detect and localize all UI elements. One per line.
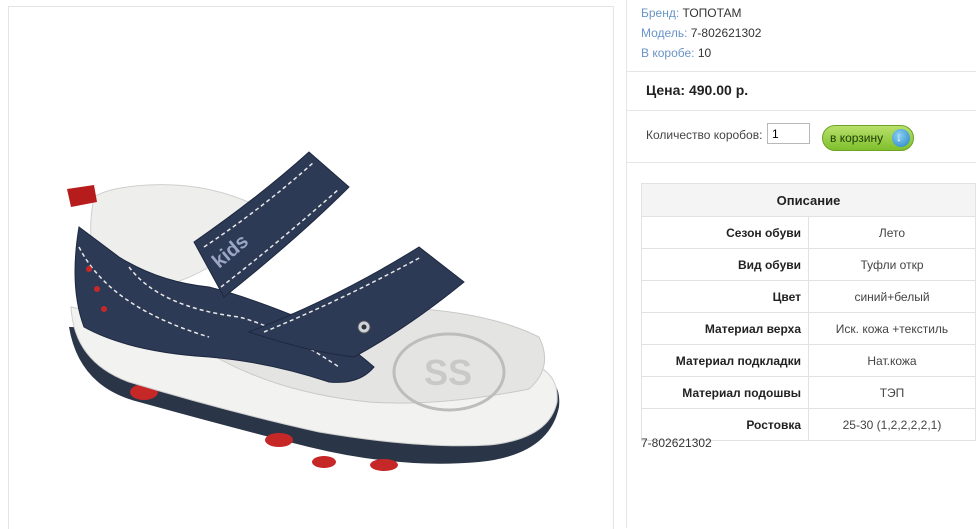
- sku-text: 7-802621302: [641, 436, 712, 450]
- row-value: 25-30 (1,2,2,2,2,1): [808, 408, 976, 441]
- row-label: Цвет: [641, 280, 809, 313]
- divider: [626, 71, 976, 72]
- quantity-label: Количество коробов:: [646, 128, 763, 142]
- brand-row: Бренд: ТОПОТАМ: [641, 3, 761, 23]
- model-label: Модель:: [641, 26, 688, 40]
- row-value: ТЭП: [808, 376, 976, 409]
- row-label: Вид обуви: [641, 248, 809, 281]
- description-title: Описание: [641, 183, 976, 217]
- row-label: Материал подкладки: [641, 344, 809, 377]
- add-to-cart-button[interactable]: в корзину: [822, 125, 914, 151]
- box-value: 10: [697, 46, 712, 60]
- quantity-input[interactable]: [767, 123, 810, 144]
- row-label: Сезон обуви: [641, 216, 809, 249]
- brand-value: ТОПОТАМ: [682, 6, 742, 20]
- table-row: Вид обуви Туфли откр: [641, 248, 976, 281]
- row-value: Туфли откр: [808, 248, 976, 281]
- divider: [626, 110, 976, 111]
- row-value: Иск. кожа +текстиль: [808, 312, 976, 345]
- brand-label: Бренд:: [641, 6, 680, 20]
- product-info-panel: Бренд: ТОПОТАМ Модель: 7-802621302 В кор…: [626, 0, 976, 528]
- table-row: Цвет синий+белый: [641, 280, 976, 313]
- table-row: Материал верха Иск. кожа +текстиль: [641, 312, 976, 345]
- table-row: Материал подкладки Нат.кожа: [641, 344, 976, 377]
- row-label: Материал верха: [641, 312, 809, 345]
- row-value: Лето: [808, 216, 976, 249]
- product-meta: Бренд: ТОПОТАМ Модель: 7-802621302 В кор…: [641, 3, 761, 63]
- price: Цена: 490.00 р.: [646, 82, 749, 98]
- row-value: синий+белый: [808, 280, 976, 313]
- box-qty-row: В коробе: 10: [641, 43, 761, 63]
- product-image[interactable]: SS kids: [8, 6, 614, 529]
- description-table: Описание Сезон обуви Лето Вид обуви Туфл…: [641, 183, 976, 441]
- add-to-cart-label: в корзину: [830, 131, 884, 145]
- model-row: Модель: 7-802621302: [641, 23, 761, 43]
- sandal-image: SS kids: [67, 151, 560, 471]
- row-value: Нат.кожа: [808, 344, 976, 377]
- svg-text:SS: SS: [424, 352, 472, 393]
- box-label: В коробе:: [641, 46, 695, 60]
- download-arrow-icon: [892, 125, 910, 149]
- row-label: Материал подошвы: [641, 376, 809, 409]
- divider: [626, 162, 976, 163]
- table-row: Материал подошвы ТЭП: [641, 376, 976, 409]
- table-row: Сезон обуви Лето: [641, 216, 976, 249]
- model-value: 7-802621302: [690, 26, 762, 40]
